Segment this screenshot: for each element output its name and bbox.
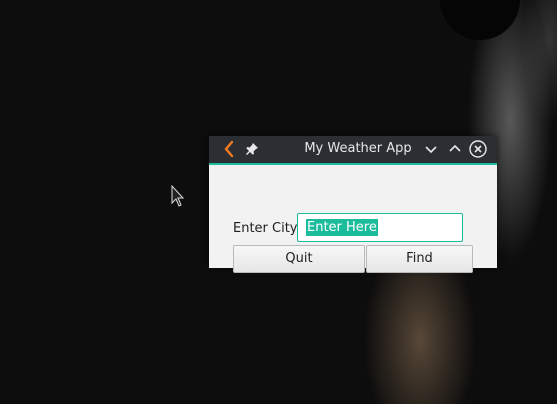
pin-icon[interactable] <box>245 142 259 156</box>
app-menu-icon[interactable] <box>222 140 236 158</box>
window-title: My Weather App <box>304 141 412 156</box>
close-icon[interactable] <box>469 140 487 158</box>
window-content: Enter City: Enter Here Quit Find <box>209 165 497 273</box>
quit-button[interactable]: Quit <box>233 245 365 273</box>
minimize-icon[interactable] <box>422 140 440 158</box>
maximize-icon[interactable] <box>446 140 464 158</box>
weather-app-window: My Weather App Enter City: Enter Here Qu… <box>209 136 497 273</box>
city-input[interactable]: Enter Here <box>297 213 463 242</box>
city-input-value: Enter Here <box>306 219 378 236</box>
city-label: Enter City: <box>233 221 301 236</box>
titlebar: My Weather App <box>209 136 497 165</box>
find-button[interactable]: Find <box>366 245 473 273</box>
desktop: My Weather App Enter City: Enter Here Qu… <box>0 0 557 404</box>
